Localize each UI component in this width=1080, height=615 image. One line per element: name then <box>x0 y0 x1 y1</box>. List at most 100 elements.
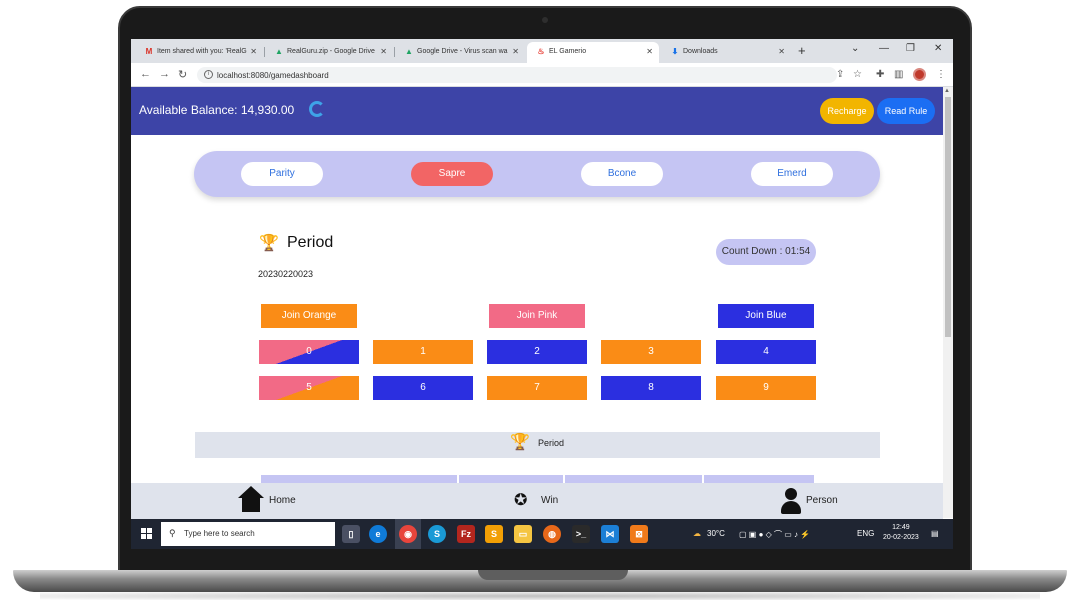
site-info-icon[interactable]: i <box>204 70 213 79</box>
filezilla-icon[interactable]: Fz <box>457 525 475 543</box>
side-panel-icon[interactable]: ▥ <box>894 69 903 80</box>
browser-tab-downloads[interactable]: ⬇ Downloads ✕ <box>661 42 791 63</box>
join-blue-button[interactable]: Join Blue <box>718 304 814 328</box>
win-trophy-icon[interactable]: ✪ <box>514 490 527 510</box>
close-icon[interactable]: ✕ <box>646 47 653 56</box>
person-icon[interactable] <box>785 488 797 500</box>
share-icon[interactable]: ⇪ <box>836 69 844 80</box>
language-indicator[interactable]: ENG <box>857 529 874 538</box>
xampp-icon[interactable]: ⊠ <box>630 525 648 543</box>
clock-time: 12:49 <box>892 524 910 531</box>
browser-tab-realguru[interactable]: ▲ RealGuru.zip - Google Drive ✕ <box>265 42 393 63</box>
reload-icon[interactable]: ↻ <box>178 68 187 81</box>
taskbar-clock[interactable]: 12:49 20-02-2023 <box>883 523 919 543</box>
recharge-button[interactable]: Recharge <box>820 98 874 124</box>
file-explorer-icon[interactable]: ▭ <box>514 525 532 543</box>
minimize-icon[interactable]: — <box>879 43 889 54</box>
number-button-7[interactable]: 7 <box>487 376 587 400</box>
url-text: localhost:8080/gamedashboard <box>217 71 329 80</box>
browser-tab-bar: M Item shared with you: 'RealG ✕ ▲ RealG… <box>131 39 953 63</box>
number-button-3[interactable]: 3 <box>601 340 701 364</box>
task-view-icon[interactable]: ▯ <box>342 525 360 543</box>
window-close-icon[interactable]: ✕ <box>934 43 942 54</box>
restore-icon[interactable]: ❐ <box>906 43 915 54</box>
windows-taskbar: ⚲ Type here to search ▯ e ◉ S Fz S ▭ ◍ >… <box>131 519 953 549</box>
bookmark-star-icon[interactable]: ☆ <box>853 69 862 80</box>
read-rule-button[interactable]: Read Rule <box>877 98 935 124</box>
join-pink-button[interactable]: Join Pink <box>489 304 585 328</box>
skype-icon[interactable]: S <box>428 525 446 543</box>
windows-start-icon[interactable] <box>141 528 153 540</box>
sublime-icon[interactable]: S <box>485 525 503 543</box>
tab-search-chevron-icon[interactable]: ⌄ <box>851 43 859 54</box>
home-icon[interactable] <box>238 486 264 498</box>
number-button-2[interactable]: 2 <box>487 340 587 364</box>
browser-tab-gmail[interactable]: M Item shared with you: 'RealG ✕ <box>135 42 263 63</box>
number-button-9[interactable]: 9 <box>716 376 816 400</box>
browser-tab-virus-scan[interactable]: ▲ Google Drive - Virus scan wa ✕ <box>395 42 525 63</box>
close-icon[interactable]: ✕ <box>380 47 387 56</box>
join-orange-button[interactable]: Join Orange <box>261 304 357 328</box>
vscode-icon[interactable]: ⋈ <box>601 525 619 543</box>
chrome-icon[interactable]: ◉ <box>399 525 417 543</box>
tray-icons[interactable]: ▢ ▣ ● ◇ ⌒ ▭ ♪ ⚡ <box>739 529 810 540</box>
close-icon[interactable]: ✕ <box>778 47 785 56</box>
laptop-notch <box>478 570 628 580</box>
trophy-icon: 🏆 <box>510 434 530 451</box>
taskbar-search-input[interactable]: ⚲ Type here to search <box>161 522 335 546</box>
tab-label: Google Drive - Virus scan wa <box>417 48 508 55</box>
close-icon[interactable]: ✕ <box>250 47 257 56</box>
browser-tab-el-gamerio[interactable]: ♨ EL Gamerio ✕ <box>527 42 659 63</box>
drive-icon: ▲ <box>405 47 413 56</box>
nav-person-label[interactable]: Person <box>806 495 838 506</box>
laptop-base <box>13 570 1067 592</box>
number-button-5[interactable]: 5 <box>259 376 359 400</box>
tab-label: Item shared with you: 'RealG <box>157 48 247 55</box>
number-button-6[interactable]: 6 <box>373 376 473 400</box>
terminal-icon[interactable]: >_ <box>572 525 590 543</box>
notifications-icon[interactable]: ▤ <box>931 529 939 538</box>
tab-label: EL Gamerio <box>549 48 587 55</box>
refresh-icon[interactable] <box>309 101 325 117</box>
search-placeholder: Type here to search <box>184 529 255 538</box>
period-number: 20230220023 <box>258 269 314 279</box>
back-arrow-icon[interactable]: ← <box>140 68 151 80</box>
flame-icon: ♨ <box>537 47 545 56</box>
firefox-icon[interactable]: ◍ <box>543 525 561 543</box>
close-icon[interactable]: ✕ <box>512 47 519 56</box>
clock-date: 20-02-2023 <box>883 534 919 541</box>
tab-parity[interactable]: Parity <box>241 162 323 186</box>
nav-home-label[interactable]: Home <box>269 495 296 506</box>
app-header: Available Balance: 14,930.00 Recharge Re… <box>131 87 943 135</box>
number-button-1[interactable]: 1 <box>373 340 473 364</box>
new-tab-button[interactable]: + <box>798 43 806 58</box>
tab-sapre[interactable]: Sapre <box>411 162 493 186</box>
url-field[interactable]: i localhost:8080/gamedashboard <box>197 67 837 83</box>
available-balance: Available Balance: 14,930.00 <box>139 103 295 117</box>
countdown-badge: Count Down : 01:54 <box>716 239 816 265</box>
forward-arrow-icon[interactable]: → <box>159 68 170 80</box>
camera <box>542 17 548 23</box>
edge-icon[interactable]: e <box>369 525 387 543</box>
gmail-icon: M <box>145 47 153 56</box>
laptop-shadow <box>40 592 1040 600</box>
trophy-icon: 🏆 <box>259 235 279 252</box>
tab-emerd[interactable]: Emerd <box>751 162 833 186</box>
home-icon-body[interactable] <box>242 498 260 512</box>
scroll-up-arrow-icon[interactable]: ▲ <box>944 88 950 94</box>
kebab-menu-icon[interactable]: ⋮ <box>936 69 946 80</box>
table-header-cell <box>459 475 563 483</box>
number-button-0[interactable]: 0 <box>259 340 359 364</box>
table-header-cell <box>704 475 814 483</box>
tab-bcone[interactable]: Bcone <box>581 162 663 186</box>
record-header-title: Period <box>538 438 565 448</box>
profile-avatar[interactable] <box>913 68 926 81</box>
weather-temp[interactable]: 30°C <box>707 529 725 538</box>
download-icon: ⬇ <box>671 47 679 56</box>
number-button-8[interactable]: 8 <box>601 376 701 400</box>
person-icon-body[interactable] <box>781 501 801 514</box>
nav-win-label[interactable]: Win <box>541 495 558 506</box>
extensions-puzzle-icon[interactable]: ✚ <box>876 69 884 80</box>
number-button-4[interactable]: 4 <box>716 340 816 364</box>
scrollbar-thumb[interactable] <box>945 97 951 337</box>
